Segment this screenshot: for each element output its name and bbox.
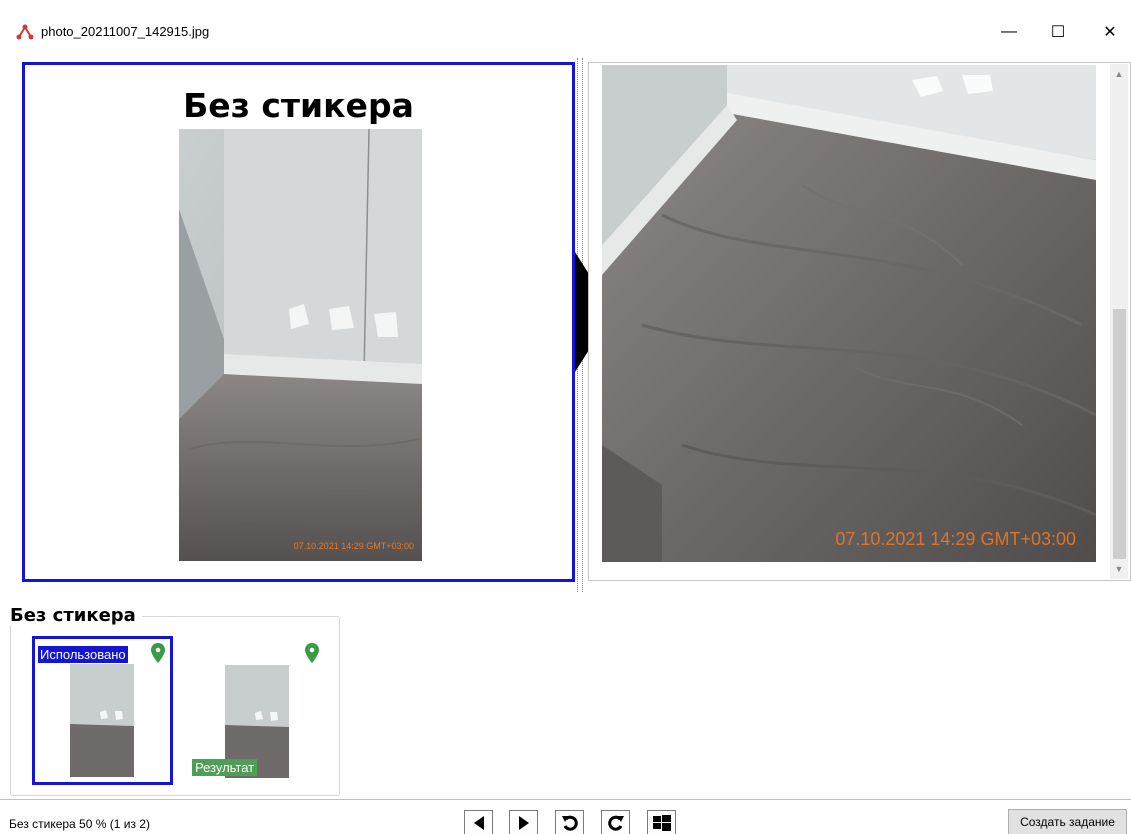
- rotate-right-icon: [607, 815, 624, 831]
- thumbnail-image: [70, 664, 134, 777]
- windows-button[interactable]: [647, 810, 676, 834]
- result-badge: Результат: [192, 759, 258, 776]
- previous-icon: [473, 815, 484, 830]
- source-card-title: Без стикера: [183, 86, 414, 125]
- result-panel[interactable]: 07.10.2021 14:29 GMT+03:00 ▲ ▼: [588, 62, 1131, 581]
- scroll-down-icon[interactable]: ▼: [1110, 559, 1128, 579]
- result-timestamp: 07.10.2021 14:29 GMT+03:00: [835, 529, 1076, 549]
- used-badge: Использовано: [38, 646, 128, 663]
- group-title: Без стикера: [10, 605, 142, 626]
- next-button[interactable]: [509, 810, 538, 834]
- result-photo: 07.10.2021 14:29 GMT+03:00: [602, 65, 1096, 562]
- status-bar: Без стикера 50 % (1 из 2) Создать задани…: [0, 799, 1131, 834]
- status-text: Без стикера 50 % (1 из 2): [9, 817, 150, 831]
- rotate-left-button[interactable]: [555, 810, 584, 834]
- title-bar: photo_20211007_142915.jpg — ☐ ✕: [0, 0, 1131, 62]
- source-photo: 07.10.2021 14:29 GMT+03:00: [179, 129, 422, 561]
- source-timestamp: 07.10.2021 14:29 GMT+03:00: [293, 541, 414, 551]
- vertical-scrollbar[interactable]: ▲ ▼: [1110, 64, 1128, 579]
- minimize-button[interactable]: —: [986, 17, 1032, 47]
- source-card[interactable]: Без стикера 07.10.2021 14:29 GMT+03:00: [22, 62, 575, 582]
- scroll-thumb[interactable]: [1113, 309, 1126, 559]
- windows-icon: [652, 814, 671, 831]
- next-icon: [518, 815, 529, 830]
- location-pin-icon: [151, 643, 165, 663]
- maximize-button[interactable]: ☐: [1035, 17, 1081, 47]
- close-icon: ✕: [1103, 24, 1117, 41]
- rotate-right-button[interactable]: [601, 810, 630, 834]
- close-button[interactable]: ✕: [1087, 17, 1131, 47]
- maximize-icon: ☐: [1050, 24, 1066, 41]
- window-title: photo_20211007_142915.jpg: [41, 24, 210, 39]
- scroll-up-icon[interactable]: ▲: [1110, 64, 1128, 84]
- previous-button[interactable]: [464, 810, 493, 834]
- minimize-icon: —: [1001, 23, 1017, 40]
- create-task-button[interactable]: Создать задание: [1008, 809, 1127, 834]
- location-pin-icon: [305, 643, 319, 663]
- rotate-left-icon: [561, 815, 578, 831]
- app-icon: [16, 24, 34, 40]
